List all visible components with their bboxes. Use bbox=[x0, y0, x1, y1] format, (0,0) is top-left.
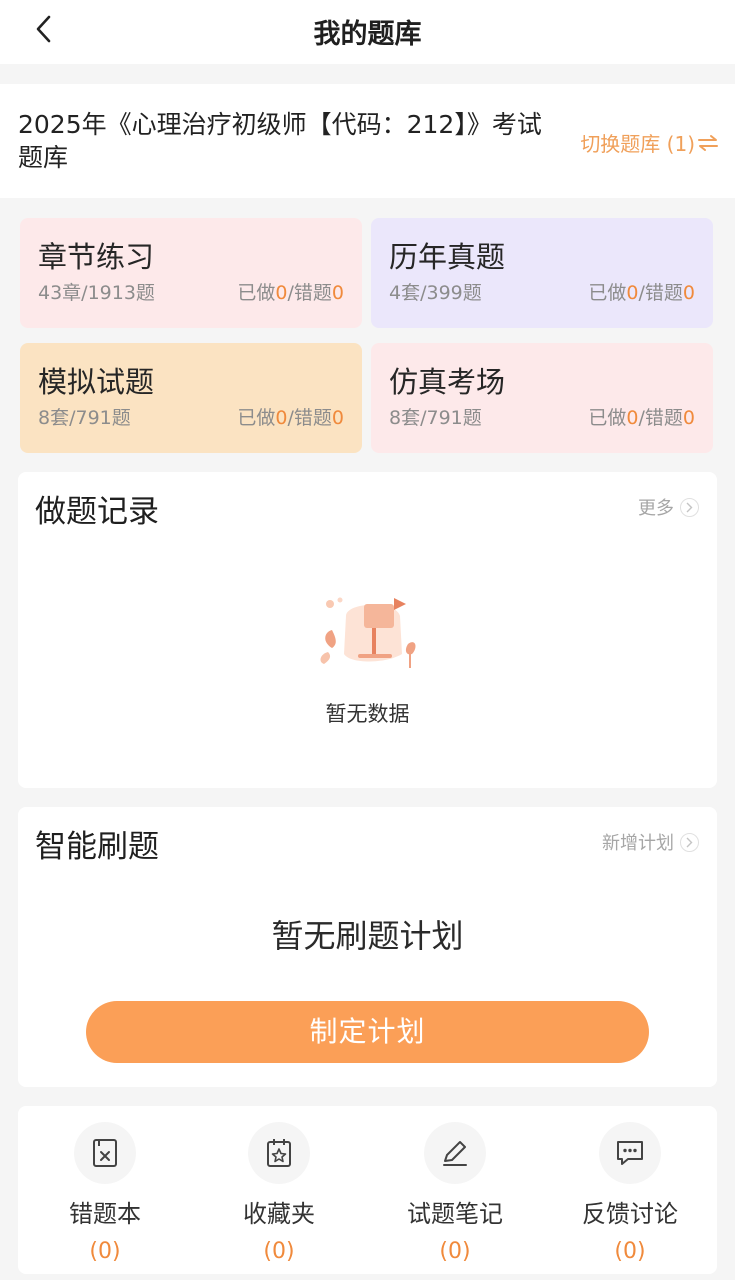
smart-practice-title: 智能刷题 bbox=[35, 829, 159, 865]
tool-notes[interactable]: 试题笔记 (0) bbox=[385, 1122, 525, 1264]
card-mock-tests[interactable]: 模拟试题 8套/791题 已做0/错题0 bbox=[20, 343, 362, 453]
wrong-label: /错题 bbox=[287, 407, 332, 429]
wrong-count: 0 bbox=[682, 282, 695, 304]
card-count: 4套/399题 bbox=[389, 282, 482, 304]
card-title: 仿真考场 bbox=[389, 365, 506, 399]
wrong-book-icon bbox=[74, 1122, 136, 1184]
wrong-count: 0 bbox=[331, 282, 344, 304]
tool-count: (0) bbox=[263, 1239, 295, 1264]
swap-arrows-icon bbox=[698, 134, 718, 151]
plan-empty-text: 暂无刷题计划 bbox=[271, 917, 464, 955]
smart-practice-panel: 智能刷题 新增计划 暂无刷题计划 制定计划 bbox=[18, 807, 717, 1087]
card-title: 章节练习 bbox=[38, 240, 155, 274]
tool-count: (0) bbox=[439, 1239, 471, 1264]
card-chapter-practice[interactable]: 章节练习 43章/1913题 已做0/错题0 bbox=[20, 218, 362, 328]
tool-feedback[interactable]: 反馈讨论 (0) bbox=[560, 1122, 700, 1264]
wrong-label: /错题 bbox=[638, 407, 683, 429]
card-stats: 已做0/错题0 bbox=[588, 403, 695, 430]
top-nav-bar: 我的题库 bbox=[0, 0, 735, 64]
card-stats: 已做0/错题0 bbox=[588, 278, 695, 305]
card-count: 43章/1913题 bbox=[38, 282, 155, 304]
more-label: 更多 bbox=[638, 498, 674, 519]
empty-mailbox-illustration bbox=[316, 592, 420, 680]
records-more-link[interactable]: 更多 bbox=[638, 494, 699, 520]
records-title: 做题记录 bbox=[35, 494, 159, 530]
add-plan-label: 新增计划 bbox=[602, 833, 674, 854]
tool-label: 试题笔记 bbox=[407, 1200, 503, 1228]
done-count: 0 bbox=[626, 407, 639, 429]
wrong-count: 0 bbox=[331, 407, 344, 429]
tool-label: 反馈讨论 bbox=[582, 1200, 678, 1228]
done-label: 已做 bbox=[588, 282, 627, 304]
done-label: 已做 bbox=[237, 282, 276, 304]
tool-count: (0) bbox=[614, 1239, 646, 1264]
done-count: 0 bbox=[626, 282, 639, 304]
card-title: 历年真题 bbox=[389, 240, 506, 274]
chevron-right-icon bbox=[680, 497, 699, 517]
card-count: 8套/791题 bbox=[389, 407, 482, 429]
pencil-icon bbox=[424, 1122, 486, 1184]
tool-label: 收藏夹 bbox=[243, 1200, 315, 1228]
switch-bank-label: 切换题库 (1) bbox=[580, 132, 695, 156]
chevron-right-icon bbox=[680, 832, 699, 852]
card-stats: 已做0/错题0 bbox=[237, 403, 344, 430]
done-label: 已做 bbox=[237, 407, 276, 429]
chat-bubble-icon bbox=[599, 1122, 661, 1184]
card-past-exams[interactable]: 历年真题 4套/399题 已做0/错题0 bbox=[371, 218, 713, 328]
done-count: 0 bbox=[275, 407, 288, 429]
tool-count: (0) bbox=[89, 1239, 121, 1264]
tool-label: 错题本 bbox=[69, 1200, 141, 1228]
wrong-count: 0 bbox=[682, 407, 695, 429]
bank-name: 2025年《心理治疗初级师【代码：212】》考试题库 bbox=[18, 110, 542, 172]
card-title: 模拟试题 bbox=[38, 365, 155, 399]
tool-favorites[interactable]: 收藏夹 (0) bbox=[209, 1122, 349, 1264]
done-count: 0 bbox=[275, 282, 288, 304]
card-stats: 已做0/错题0 bbox=[237, 278, 344, 305]
page-title: 我的题库 bbox=[313, 19, 422, 50]
card-count: 8套/791题 bbox=[38, 407, 131, 429]
question-bank-header: 2025年《心理治疗初级师【代码：212】》考试题库 切换题库 (1) bbox=[0, 84, 735, 198]
favorites-icon bbox=[248, 1122, 310, 1184]
records-empty-text: 暂无数据 bbox=[325, 702, 410, 726]
wrong-label: /错题 bbox=[638, 282, 683, 304]
wrong-label: /错题 bbox=[287, 282, 332, 304]
tool-wrong-book[interactable]: 错题本 (0) bbox=[35, 1122, 175, 1264]
practice-records-panel: 做题记录 更多 暂无数据 bbox=[18, 472, 717, 788]
done-label: 已做 bbox=[588, 407, 627, 429]
tools-panel: 错题本 (0) 收藏夹 (0) 试题笔记 (0) 反馈讨论 (0) bbox=[18, 1106, 717, 1274]
switch-bank-button[interactable]: 切换题库 (1) bbox=[580, 128, 719, 157]
add-plan-link[interactable]: 新增计划 bbox=[602, 829, 699, 855]
card-simulated-exam[interactable]: 仿真考场 8套/791题 已做0/错题0 bbox=[371, 343, 713, 453]
make-plan-button[interactable]: 制定计划 bbox=[86, 1001, 649, 1063]
